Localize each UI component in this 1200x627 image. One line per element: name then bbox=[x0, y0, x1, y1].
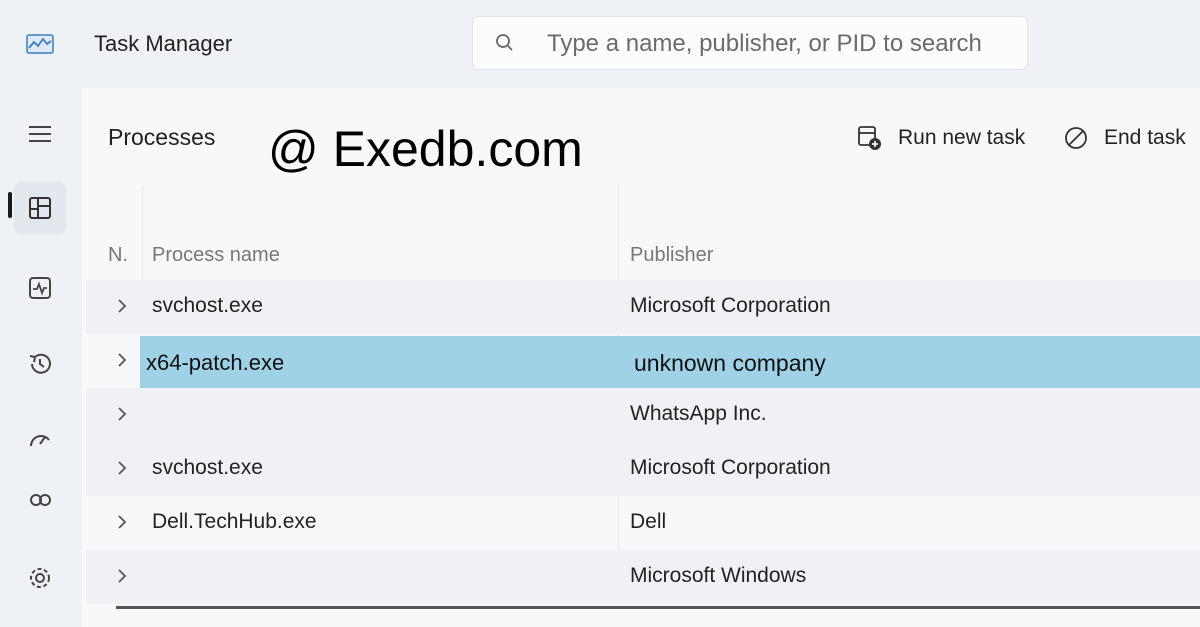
search-icon bbox=[493, 31, 517, 55]
users-icon bbox=[30, 494, 51, 506]
nav-settings[interactable] bbox=[14, 552, 66, 604]
end-task-button[interactable]: End task bbox=[1062, 118, 1186, 158]
column-divider bbox=[142, 186, 143, 286]
settings-gear-icon bbox=[30, 568, 50, 588]
run-new-task-icon bbox=[858, 126, 881, 150]
watermark-text: @ Exedb.com bbox=[268, 121, 583, 177]
nav-processes[interactable] bbox=[14, 182, 66, 234]
table-row[interactable]: WhatsApp Inc. bbox=[86, 388, 1200, 442]
processes-icon bbox=[29, 197, 51, 219]
nav-app-history[interactable] bbox=[14, 338, 66, 390]
chevron-right-icon[interactable] bbox=[112, 348, 132, 372]
app-title: Task Manager bbox=[94, 31, 233, 56]
run-new-task-label: Run new task bbox=[898, 126, 1026, 149]
history-icon bbox=[29, 353, 51, 374]
search-input[interactable] bbox=[545, 25, 1009, 63]
startup-gauge-icon bbox=[30, 435, 50, 447]
process-name: Dell.TechHub.exe bbox=[152, 510, 317, 533]
process-name: svchost.exe bbox=[152, 294, 263, 317]
title-bar: Task Manager bbox=[0, 0, 1200, 88]
process-name: svchost.exe bbox=[152, 456, 263, 479]
publisher-name: Microsoft Corporation bbox=[630, 294, 831, 317]
process-name: x64-patch.exe bbox=[146, 350, 285, 375]
run-new-task-button[interactable]: Run new task bbox=[856, 118, 1025, 158]
performance-icon bbox=[29, 277, 51, 299]
chevron-right-icon[interactable] bbox=[112, 456, 132, 480]
end-task-icon bbox=[1065, 127, 1087, 149]
chevron-right-icon[interactable] bbox=[112, 564, 132, 588]
column-header-publisher[interactable]: Publisher bbox=[630, 244, 713, 267]
table-row-selected[interactable]: x64-patch.exe unknown company bbox=[140, 336, 1200, 390]
publisher-name: Microsoft Corporation bbox=[630, 456, 831, 479]
page-title: Processes bbox=[108, 124, 216, 150]
publisher-name: Dell bbox=[630, 510, 667, 533]
column-header-process-name[interactable]: Process name bbox=[152, 244, 280, 267]
hamburger-menu-button[interactable] bbox=[14, 108, 66, 160]
end-task-label: End task bbox=[1104, 126, 1186, 149]
table-row[interactable]: Microsoft Windows bbox=[86, 550, 1200, 604]
chevron-right-icon[interactable] bbox=[112, 294, 132, 318]
process-table: N. Process name Publisher svchost.exe Mi… bbox=[86, 186, 1200, 606]
horizontal-scrollbar[interactable] bbox=[116, 606, 1200, 609]
nav-users[interactable] bbox=[14, 486, 66, 516]
navigation-pane bbox=[0, 88, 80, 627]
publisher-name: Microsoft Windows bbox=[630, 564, 807, 587]
publisher-name: WhatsApp Inc. bbox=[630, 402, 767, 425]
nav-active-indicator bbox=[8, 192, 12, 218]
search-box[interactable] bbox=[472, 16, 1028, 70]
column-header-n[interactable]: N. bbox=[108, 244, 128, 267]
chevron-right-icon[interactable] bbox=[112, 510, 132, 534]
publisher-name: unknown company bbox=[634, 350, 826, 376]
chevron-right-icon[interactable] bbox=[112, 402, 132, 426]
hamburger-icon bbox=[29, 126, 51, 142]
nav-startup-apps[interactable] bbox=[14, 414, 66, 466]
task-manager-app-icon bbox=[26, 32, 54, 56]
table-row[interactable]: svchost.exe Microsoft Corporation bbox=[86, 280, 1200, 334]
nav-performance[interactable] bbox=[14, 262, 66, 314]
table-row[interactable]: Dell.TechHub.exe Dell bbox=[86, 496, 1200, 550]
table-row[interactable]: svchost.exe Microsoft Corporation bbox=[86, 442, 1200, 496]
